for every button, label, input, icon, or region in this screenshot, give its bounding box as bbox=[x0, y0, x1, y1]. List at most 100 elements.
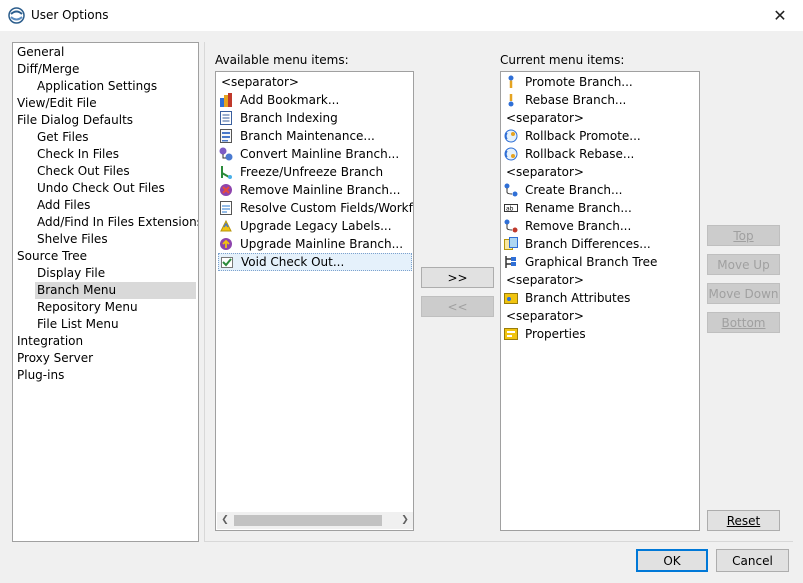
tree-item-branch-menu[interactable]: Branch Menu bbox=[35, 282, 196, 299]
remove-item-button[interactable]: << bbox=[421, 296, 494, 317]
tree-item-add-find-in-files-extensions[interactable]: Add/Find In Files Extensions bbox=[35, 214, 198, 231]
resolve-icon bbox=[218, 200, 234, 216]
tree-item-check-out-files[interactable]: Check Out Files bbox=[35, 163, 134, 180]
ok-button[interactable]: OK bbox=[636, 549, 708, 572]
current-item-label: Branch Differences... bbox=[525, 237, 651, 251]
available-item-branch-maintenance[interactable]: Branch Maintenance... bbox=[218, 127, 375, 145]
properties-icon bbox=[503, 326, 519, 342]
move-up-button-label: Move Up bbox=[717, 257, 770, 272]
available-item-freeze-unfreeze-branch[interactable]: Freeze/Unfreeze Branch bbox=[218, 163, 383, 181]
current-item-label: Create Branch... bbox=[525, 183, 623, 197]
cancel-button[interactable]: Cancel bbox=[716, 549, 789, 572]
current-item-label: Promote Branch... bbox=[525, 75, 633, 89]
horizontal-scrollbar[interactable]: ❮ ❯ bbox=[217, 512, 413, 529]
top-button[interactable]: Top bbox=[707, 225, 780, 246]
tree-item-general[interactable]: General bbox=[15, 44, 68, 61]
add-item-button[interactable]: >> bbox=[421, 267, 494, 288]
current-item-separator[interactable]: <separator> bbox=[503, 307, 584, 325]
top-button-label: Top bbox=[733, 228, 754, 243]
current-item-graphical-branch-tree[interactable]: Graphical Branch Tree bbox=[503, 253, 657, 271]
current-item-rename-branch[interactable]: ab Rename Branch... bbox=[503, 199, 632, 217]
tree-item-view-edit-file[interactable]: View/Edit File bbox=[15, 95, 101, 112]
current-item-create-branch[interactable]: Create Branch... bbox=[503, 181, 622, 199]
current-item-separator[interactable]: <separator> bbox=[503, 163, 584, 181]
available-item-void-check-out[interactable]: Void Check Out... bbox=[218, 253, 412, 271]
available-item-label: Convert Mainline Branch... bbox=[240, 147, 400, 161]
tree-item-file-dialog-defaults[interactable]: File Dialog Defaults bbox=[15, 112, 137, 129]
reset-button[interactable]: Reset bbox=[707, 510, 780, 531]
reset-button-label: Reset bbox=[726, 513, 761, 528]
freeze-icon bbox=[218, 164, 234, 180]
current-item-properties[interactable]: Properties bbox=[503, 325, 586, 343]
current-item-label: <separator> bbox=[506, 111, 584, 125]
upgrade-mainline-icon bbox=[218, 236, 234, 252]
available-item-upgrade-mainline-branch[interactable]: Upgrade Mainline Branch... bbox=[218, 235, 403, 253]
attributes-icon bbox=[503, 290, 519, 306]
current-items-list[interactable]: Promote Branch... Rebase Branch... <separa… bbox=[500, 71, 700, 531]
remove-mainline-icon bbox=[218, 182, 234, 198]
tree-item-shelve-files[interactable]: Shelve Files bbox=[35, 231, 112, 248]
rollback-rebase-icon bbox=[503, 146, 519, 162]
current-item-rollback-rebase[interactable]: Rollback Rebase... bbox=[503, 145, 634, 163]
available-item-upgrade-legacy-labels[interactable]: Upgrade Legacy Labels... bbox=[218, 217, 392, 235]
move-up-button[interactable]: Move Up bbox=[707, 254, 780, 275]
tree-item-integration[interactable]: Integration bbox=[15, 333, 87, 350]
available-item-add-bookmark[interactable]: Add Bookmark... bbox=[218, 91, 339, 109]
available-item-label: Resolve Custom Fields/Workflow bbox=[240, 201, 414, 215]
scroll-right-icon[interactable]: ❯ bbox=[397, 513, 413, 528]
current-item-promote-branch[interactable]: Promote Branch... bbox=[503, 73, 633, 91]
current-item-label: Branch Attributes bbox=[525, 291, 631, 305]
tree-item-application-settings[interactable]: Application Settings bbox=[35, 78, 161, 95]
available-item-convert-mainline-branch[interactable]: Convert Mainline Branch... bbox=[218, 145, 399, 163]
tree-item-undo-check-out-files[interactable]: Undo Check Out Files bbox=[35, 180, 169, 197]
rollback-promote-icon bbox=[503, 128, 519, 144]
available-items-list[interactable]: ❮ ❯ <separator> Add Bookmark... Branch Ind… bbox=[215, 71, 414, 531]
current-item-rollback-promote[interactable]: Rollback Promote... bbox=[503, 127, 641, 145]
scrollbar-thumb[interactable] bbox=[234, 515, 382, 526]
remove-branch-icon bbox=[503, 218, 519, 234]
svg-text:ab: ab bbox=[506, 206, 514, 213]
scroll-left-icon[interactable]: ❮ bbox=[217, 513, 233, 528]
current-item-branch-attributes[interactable]: Branch Attributes bbox=[503, 289, 630, 307]
available-item-label: Remove Mainline Branch... bbox=[240, 183, 401, 197]
tree-item-get-files[interactable]: Get Files bbox=[35, 129, 93, 146]
current-item-label: <separator> bbox=[506, 165, 584, 179]
options-tree[interactable]: General Diff/Merge Application Settings Vie… bbox=[12, 42, 199, 542]
list-icon bbox=[218, 128, 234, 144]
available-item-label: Freeze/Unfreeze Branch bbox=[240, 165, 384, 179]
promote-icon bbox=[503, 74, 519, 90]
move-down-button[interactable]: Move Down bbox=[707, 283, 780, 304]
current-item-separator[interactable]: <separator> bbox=[503, 271, 584, 289]
close-icon[interactable]: ✕ bbox=[757, 0, 803, 31]
available-item-separator[interactable]: <separator> bbox=[218, 73, 299, 91]
available-item-resolve-custom-fields-workflow[interactable]: Resolve Custom Fields/Workflow bbox=[218, 199, 414, 217]
current-item-label: Rebase Branch... bbox=[525, 93, 627, 107]
bottom-button[interactable]: Bottom bbox=[707, 312, 780, 333]
current-item-rebase-branch[interactable]: Rebase Branch... bbox=[503, 91, 626, 109]
tree-item-proxy-server[interactable]: Proxy Server bbox=[15, 350, 97, 367]
available-item-remove-mainline-branch[interactable]: Remove Mainline Branch... bbox=[218, 181, 400, 199]
current-item-label: Properties bbox=[525, 327, 586, 341]
current-item-remove-branch[interactable]: Remove Branch... bbox=[503, 217, 631, 235]
current-item-separator[interactable]: <separator> bbox=[503, 109, 584, 127]
document-icon bbox=[218, 110, 234, 126]
available-item-label: Branch Maintenance... bbox=[240, 129, 375, 143]
convert-icon bbox=[218, 146, 234, 162]
tree-item-repository-menu[interactable]: Repository Menu bbox=[35, 299, 142, 316]
available-item-label: Add Bookmark... bbox=[240, 93, 340, 107]
current-item-label: Graphical Branch Tree bbox=[525, 255, 658, 269]
tree-item-source-tree[interactable]: Source Tree bbox=[15, 248, 91, 265]
tree-item-check-in-files[interactable]: Check In Files bbox=[35, 146, 123, 163]
current-item-label: Rollback Rebase... bbox=[525, 147, 635, 161]
available-item-label: Void Check Out... bbox=[241, 255, 345, 269]
current-item-branch-differences[interactable]: Branch Differences... bbox=[503, 235, 651, 253]
tree-item-display-file[interactable]: Display File bbox=[35, 265, 109, 282]
upgrade-labels-icon bbox=[218, 218, 234, 234]
tree-item-add-files[interactable]: Add Files bbox=[35, 197, 94, 214]
bottom-button-label: Bottom bbox=[721, 315, 766, 330]
tree-item-plug-ins[interactable]: Plug-ins bbox=[15, 367, 68, 384]
available-item-label: <separator> bbox=[221, 75, 299, 89]
tree-item-diff-merge[interactable]: Diff/Merge bbox=[15, 61, 83, 78]
tree-item-file-list-menu[interactable]: File List Menu bbox=[35, 316, 123, 333]
available-item-branch-indexing[interactable]: Branch Indexing bbox=[218, 109, 338, 127]
